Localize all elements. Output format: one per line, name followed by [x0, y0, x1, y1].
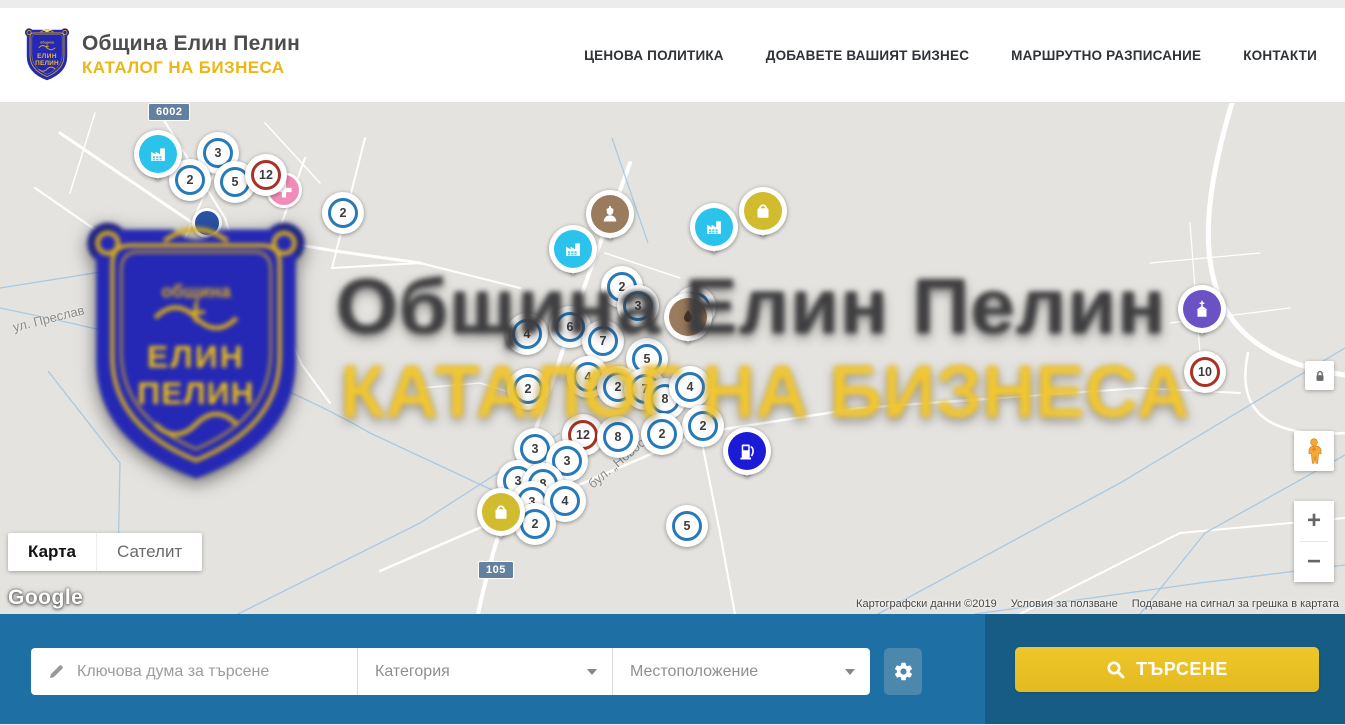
zoom-control: + − — [1294, 501, 1334, 582]
nav-item-ценова-политика[interactable]: ЦЕНОВА ПОЛИТИКА — [584, 48, 724, 63]
top-strip — [0, 0, 1345, 8]
zoom-out-button[interactable]: − — [1294, 542, 1334, 582]
street-view-pegman-button[interactable] — [1294, 431, 1334, 471]
nav-item-контакти[interactable]: КОНТАКТИ — [1243, 48, 1317, 63]
factory-icon — [563, 239, 583, 259]
factory-icon — [148, 144, 168, 164]
map-cluster-marker[interactable]: 2 — [507, 368, 549, 410]
factory-icon — [704, 217, 724, 237]
search-icon — [1106, 660, 1125, 679]
flame-pin[interactable] — [664, 293, 712, 357]
zoom-in-button[interactable]: + — [1294, 501, 1334, 541]
partial-marker[interactable] — [192, 208, 222, 238]
site-title: Община Елин Пелин — [82, 32, 300, 56]
main-nav: ЦЕНОВА ПОЛИТИКА ДОБАВЕТЕ ВАШИЯТ БИЗНЕС МАР… — [584, 48, 1321, 63]
fuel-icon — [737, 441, 757, 461]
bag-icon — [491, 502, 511, 522]
road-shield: 6002 — [148, 103, 190, 121]
chevron-down-icon — [587, 669, 597, 675]
nav-item-маршрутно-разписание[interactable]: МАРШРУТНО РАЗПИСАНИЕ — [1011, 48, 1201, 63]
road-shield: 105 — [478, 561, 514, 579]
map-lock-button[interactable] — [1305, 361, 1334, 390]
location-select-value: Местоположение — [630, 663, 758, 681]
keyword-field-wrap — [31, 648, 357, 695]
blob-icon — [678, 307, 698, 327]
category-select[interactable]: Категория — [357, 648, 612, 695]
shopping-pin[interactable] — [477, 488, 525, 552]
filter-bar: Категория Местоположение — [31, 648, 870, 695]
location-select[interactable]: Местоположение — [612, 648, 870, 695]
map-cluster-marker[interactable]: 10 — [1184, 351, 1226, 393]
lock-icon — [1313, 369, 1327, 383]
map-type-map-button[interactable]: Карта — [8, 533, 96, 571]
nav-item-добавете-вашият-бизнес[interactable]: ДОБАВЕТЕ ВАШИЯТ БИЗНЕС — [766, 48, 969, 63]
google-logo[interactable]: Google — [8, 586, 83, 610]
map-type-satellite-button[interactable]: Сателит — [96, 533, 202, 571]
municipality-crest-icon — [24, 27, 70, 83]
factory-pin[interactable] — [134, 130, 182, 194]
factory-pin[interactable] — [690, 203, 738, 267]
search-button-label: ТЪРСЕНЕ — [1136, 659, 1228, 680]
map-cluster-marker[interactable]: 2 — [682, 405, 724, 447]
site-subtitle: КАТАЛОГ НА БИЗНЕСА — [82, 58, 300, 78]
search-action-panel: ТЪРСЕНЕ — [985, 614, 1345, 724]
map-type-control: Карта Сателит — [8, 533, 202, 571]
map-cluster-marker[interactable]: 4 — [669, 366, 711, 408]
attribution-link[interactable]: Подаване на сигнал за грешка в картата — [1132, 598, 1339, 610]
map-cluster-marker[interactable]: 5 — [666, 505, 708, 547]
category-select-value: Категория — [375, 663, 450, 681]
gear-icon — [893, 661, 914, 682]
search-bar: Категория Местоположение Т — [0, 614, 1345, 724]
bag-icon — [753, 201, 773, 221]
map-attribution: Картографски данни ©2019 Условия за ползв… — [856, 598, 1339, 610]
worker-icon — [600, 204, 620, 224]
church-pin[interactable] — [1178, 285, 1226, 349]
map-cluster-marker[interactable]: 3 — [617, 285, 659, 327]
map-canvas[interactable]: ул. Преславбул. „Новосел 6002105 3251222… — [0, 103, 1345, 614]
page: община ЕЛИН ПЕЛИН Община Елин Пелин КАТА… — [0, 0, 1345, 725]
fuel-pin[interactable] — [723, 427, 771, 491]
attribution-link[interactable]: Условия за ползване — [1011, 598, 1118, 610]
keyword-search-input[interactable] — [77, 663, 347, 681]
brand-logo[interactable]: Община Елин Пелин КАТАЛОГ НА БИЗНЕСА — [24, 27, 300, 83]
map-cluster-marker[interactable]: 2 — [641, 413, 683, 455]
shopping-pin[interactable] — [739, 187, 787, 251]
pegman-icon — [1303, 438, 1325, 464]
header: Община Елин Пелин КАТАЛОГ НА БИЗНЕСА ЦЕН… — [0, 8, 1345, 103]
pencil-icon — [48, 663, 65, 680]
map-cluster-marker[interactable]: 4 — [506, 313, 548, 355]
church-icon — [1192, 299, 1212, 319]
search-button[interactable]: ТЪРСЕНЕ — [1015, 647, 1319, 692]
search-filters-panel: Категория Местоположение — [0, 614, 985, 724]
factory-pin[interactable] — [549, 225, 597, 289]
attribution-text: Картографски данни ©2019 — [856, 598, 997, 610]
map-cluster-marker[interactable]: 12 — [245, 154, 287, 196]
map-cluster-marker[interactable]: 8 — [597, 416, 639, 458]
map-cluster-marker[interactable]: 2 — [322, 192, 364, 234]
advanced-settings-button[interactable] — [884, 648, 922, 695]
chevron-down-icon — [845, 669, 855, 675]
